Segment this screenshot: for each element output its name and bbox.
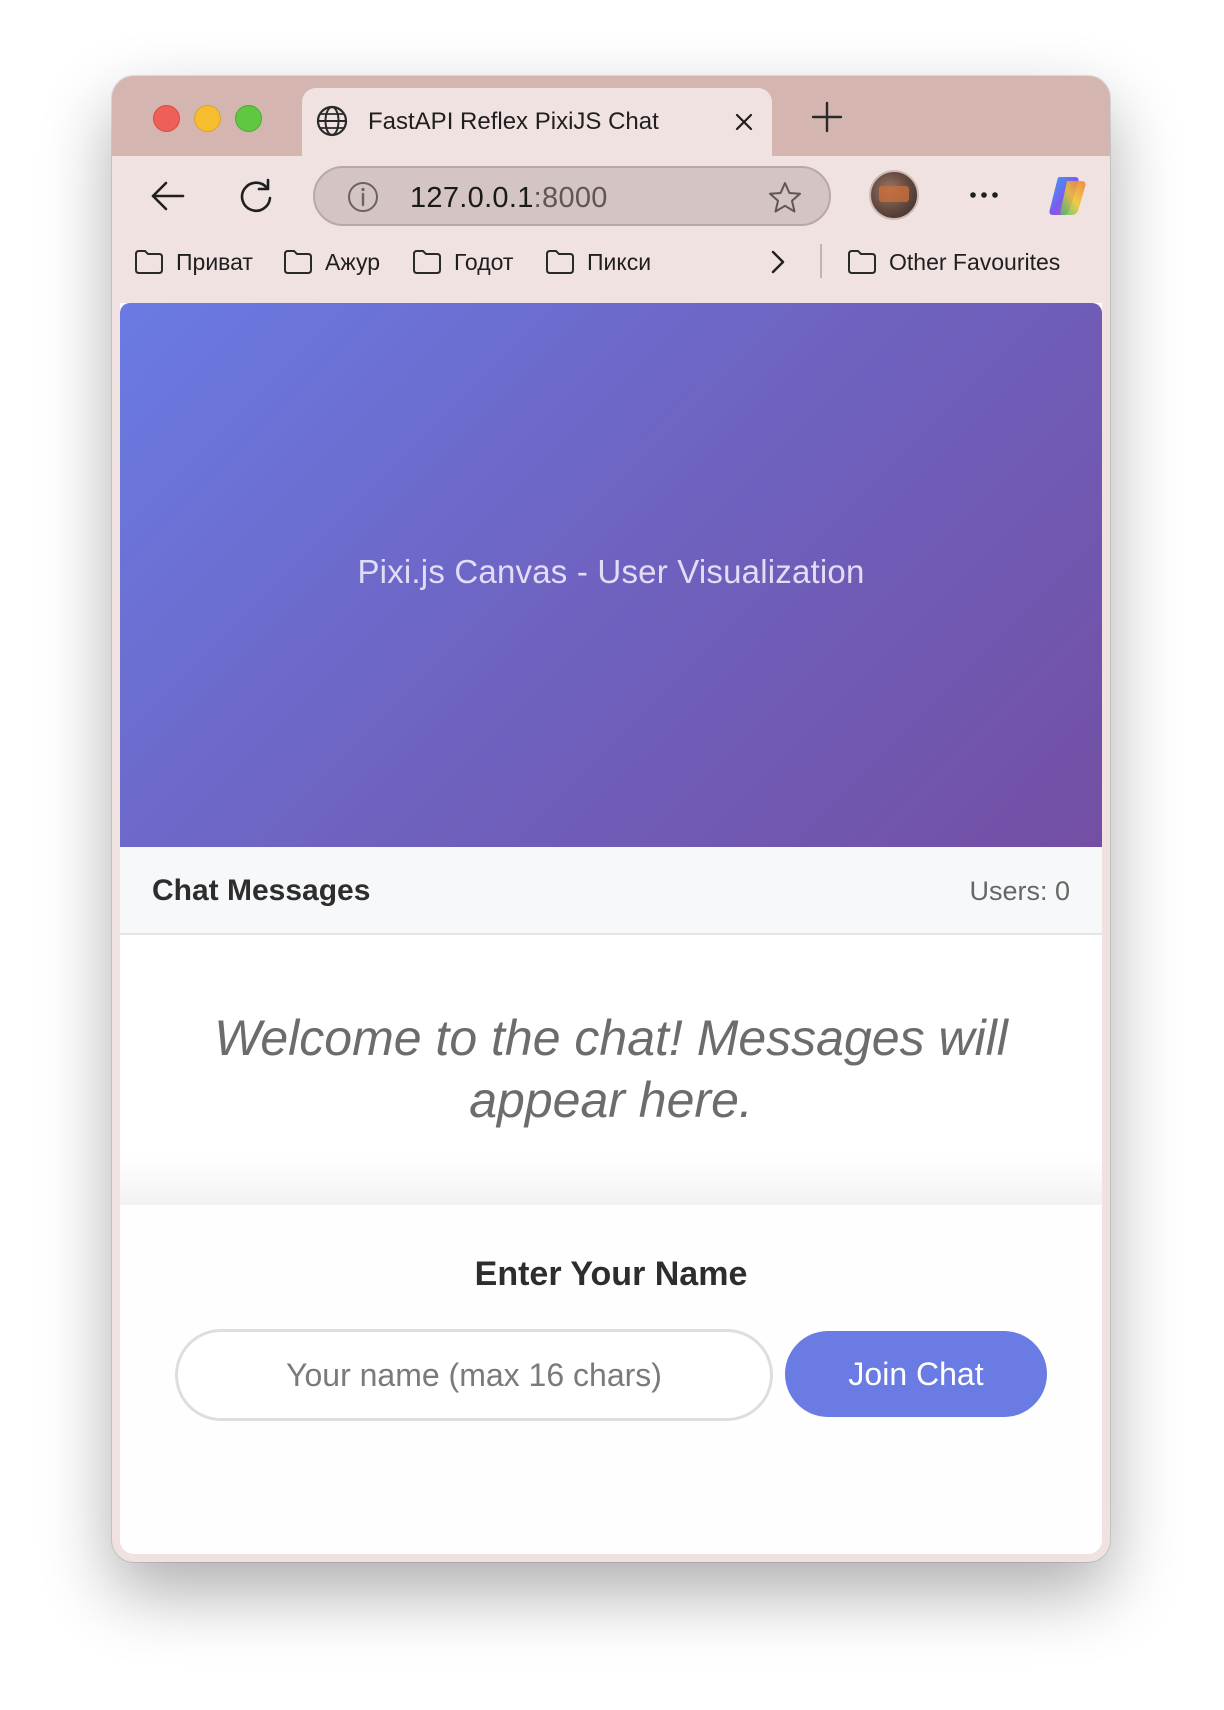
tab-strip: FastAPI Reflex PixiJS Chat: [112, 76, 1110, 156]
welcome-message: Welcome to the chat! Messages will appea…: [214, 1010, 1008, 1128]
profile-avatar[interactable]: [869, 170, 919, 220]
back-arrow-icon[interactable]: [148, 176, 188, 216]
messages-area[interactable]: Welcome to the chat! Messages will appea…: [120, 935, 1102, 1205]
folder-icon: [284, 250, 312, 274]
reload-icon[interactable]: [236, 176, 276, 216]
close-tab-icon[interactable]: [732, 110, 756, 134]
bookmark-item[interactable]: Ажур: [283, 244, 380, 280]
site-info-icon[interactable]: [346, 180, 380, 214]
close-window-button[interactable]: [153, 105, 180, 132]
favourite-star-icon[interactable]: [767, 180, 803, 216]
join-chat-button[interactable]: Join Chat: [785, 1331, 1047, 1417]
browser-toolbar: 127.0.0.1:8000: [112, 156, 1110, 236]
minimize-window-button[interactable]: [194, 105, 221, 132]
tab-title: FastAPI Reflex PixiJS Chat: [368, 108, 659, 135]
browser-window: FastAPI Reflex PixiJS Chat 127.0.0.1:800…: [112, 76, 1110, 1562]
other-favourites[interactable]: Other Favourites: [847, 244, 1060, 280]
url-host: 127.0.0.1: [410, 182, 534, 214]
bookmark-item[interactable]: Пикси: [545, 244, 651, 280]
url-port: :8000: [533, 182, 608, 214]
tab-active[interactable]: FastAPI Reflex PixiJS Chat: [302, 88, 772, 156]
join-section: Enter Your Name Join Chat: [120, 1205, 1102, 1554]
join-title: Enter Your Name: [474, 1255, 748, 1293]
folder-icon: [413, 250, 441, 274]
address-bar[interactable]: 127.0.0.1:8000: [313, 166, 831, 226]
folder-icon: [135, 250, 163, 274]
chevron-right-icon[interactable]: [764, 248, 792, 276]
bookmark-item[interactable]: Приват: [134, 244, 253, 280]
chat-title: Chat Messages: [152, 874, 371, 907]
copilot-icon[interactable]: [1045, 173, 1091, 219]
bookmark-label: Годот: [454, 248, 514, 275]
globe-icon: [316, 105, 348, 137]
folder-icon: [546, 250, 574, 274]
name-input[interactable]: [175, 1329, 773, 1421]
zoom-window-button[interactable]: [235, 105, 262, 132]
more-options-icon[interactable]: [964, 178, 1004, 212]
bookmarks-bar: Приват Ажур Годот Пикси Other Favourites: [112, 236, 1110, 288]
bookmark-label: Ажур: [325, 248, 381, 275]
folder-icon: [848, 250, 876, 274]
bookmark-label: Пикси: [587, 248, 652, 275]
bookmark-item[interactable]: Годот: [412, 244, 513, 280]
bookmark-label: Приват: [176, 248, 253, 275]
chat-header: Chat Messages Users: 0: [120, 847, 1102, 935]
canvas-label: Pixi.js Canvas - User Visualization: [357, 553, 865, 590]
users-count: Users: 0: [969, 876, 1070, 906]
new-tab-icon[interactable]: [810, 100, 844, 134]
page-viewport: Pixi.js Canvas - User Visualization Chat…: [120, 303, 1102, 1554]
other-favourites-label: Other Favourites: [889, 248, 1061, 275]
bookmark-separator: [820, 244, 822, 278]
url-text: 127.0.0.1:8000: [410, 182, 608, 215]
pixi-canvas[interactable]: Pixi.js Canvas - User Visualization: [120, 303, 1102, 847]
